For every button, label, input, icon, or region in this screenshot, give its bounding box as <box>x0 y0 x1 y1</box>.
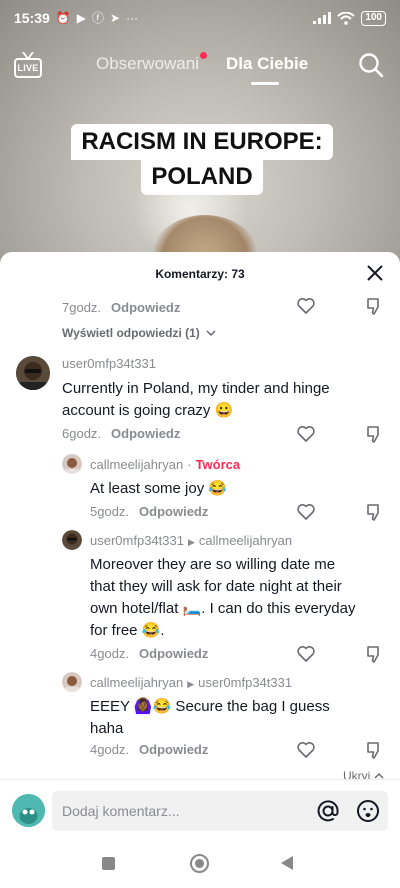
avatar[interactable] <box>62 672 82 692</box>
previous-comment-footer: 7godz. Odpowiedz <box>0 296 400 326</box>
chevron-down-icon <box>206 330 216 337</box>
avatar-image <box>62 672 82 692</box>
top-nav: LIVE Obserwowani Dla Ciebie <box>0 44 400 88</box>
reply-time: 4godz. <box>90 646 130 661</box>
facebook-icon: ⓕ <box>92 11 105 25</box>
reply-item: user0mfp34t331 ▶ callmeelijahryan Moreover… <box>0 528 400 664</box>
video-caption-overlay: RACISM IN EUROPE: POLAND <box>56 124 348 195</box>
dislike-icon[interactable] <box>364 424 384 444</box>
separator-dot: · <box>187 457 192 472</box>
reply-username-row: user0mfp34t331 ▶ callmeelijahryan <box>90 533 292 548</box>
reply-item: callmeelijahryan · Twórca At least some jo… <box>0 452 400 526</box>
search-icon[interactable] <box>358 52 384 78</box>
reply-item: callmeelijahryan ▶ user0mfp34t331 EEEY 🙆🏾‍… <box>0 670 400 766</box>
status-app-icons: ⏰ ▶ ⓕ ➤ ··· <box>56 12 138 24</box>
home-icon[interactable] <box>190 854 209 873</box>
reply-button[interactable]: Odpowiedz <box>139 742 208 757</box>
comment-time: 6godz. <box>62 426 102 441</box>
reply-username[interactable]: callmeelijahryan <box>90 457 183 472</box>
reply-arrow-icon: ▶ <box>187 537 195 547</box>
status-right: 100 <box>313 10 386 26</box>
close-icon[interactable] <box>366 264 384 282</box>
more-notifications-icon: ··· <box>126 11 139 25</box>
comments-sheet: Komentarzy: 73 7godz. Odpowiedz Wyświetl … <box>0 252 400 786</box>
creator-badge: Twórca <box>195 457 241 472</box>
reply-username[interactable]: user0mfp34t331 <box>90 533 184 548</box>
heart-icon[interactable] <box>296 502 316 522</box>
view-replies-button[interactable]: Wyświetl odpowiedzi (1) <box>62 326 216 340</box>
reply-time: 4godz. <box>90 742 130 757</box>
dislike-icon[interactable] <box>364 296 384 316</box>
comment-time: 7godz. <box>62 300 102 315</box>
system-nav-bar <box>0 841 400 888</box>
youtube-icon: ▶ <box>76 11 86 25</box>
comments-count-title: Komentarzy: 73 <box>155 267 245 281</box>
avatar-image <box>62 530 82 550</box>
view-replies-label: Wyświetl odpowiedzi (1) <box>62 326 200 340</box>
caption-line-2: POLAND <box>141 159 263 195</box>
heart-icon[interactable] <box>296 424 316 444</box>
reply-to-username[interactable]: user0mfp34t331 <box>198 675 292 690</box>
reply-username[interactable]: callmeelijahryan <box>90 675 183 690</box>
reply-username-row: callmeelijahryan ▶ user0mfp34t331 <box>90 675 292 690</box>
tab-for-you[interactable]: Dla Ciebie <box>226 54 308 74</box>
following-notification-dot <box>200 52 207 59</box>
caption-line-1: RACISM IN EUROPE: <box>71 124 333 160</box>
comment-username[interactable]: user0mfp34t331 <box>62 356 156 371</box>
heart-icon[interactable] <box>296 740 316 760</box>
battery-icon: 100 <box>361 10 386 26</box>
heart-icon[interactable] <box>296 296 316 316</box>
reply-username-row: callmeelijahryan · Twórca <box>90 457 240 472</box>
comment-text: Currently in Poland, my tinder and hinge… <box>62 380 330 419</box>
dislike-icon[interactable] <box>364 644 384 664</box>
signal-icon <box>313 12 332 24</box>
mention-icon[interactable] <box>316 799 340 823</box>
view-replies-row: Wyświetl odpowiedzi (1) <box>0 326 400 346</box>
status-time: 15:39 <box>14 10 50 26</box>
reply-time: 5godz. <box>90 504 130 519</box>
reply-button[interactable]: Odpowiedz <box>111 300 180 315</box>
avatar[interactable] <box>62 530 82 550</box>
avatar-image <box>12 794 45 827</box>
reply-to-username[interactable]: callmeelijahryan <box>199 533 292 548</box>
comment-input-bar <box>0 779 400 841</box>
back-icon[interactable] <box>281 856 293 870</box>
emoji-icon[interactable] <box>356 799 380 823</box>
reply-arrow-icon: ▶ <box>187 679 195 689</box>
tab-active-indicator <box>251 82 279 85</box>
reply-button[interactable]: Odpowiedz <box>139 504 208 519</box>
recent-apps-icon[interactable] <box>102 857 115 870</box>
comment-item: user0mfp34t331 Currently in Poland, my t… <box>0 352 400 446</box>
avatar[interactable] <box>62 454 82 474</box>
avatar[interactable] <box>12 794 45 827</box>
dislike-icon[interactable] <box>364 740 384 760</box>
alarm-off-icon: ⏰ <box>55 11 71 25</box>
reply-button[interactable]: Odpowiedz <box>111 426 180 441</box>
live-button[interactable]: LIVE <box>14 52 44 80</box>
reply-text: At least some joy 😂 <box>90 480 228 497</box>
video-background[interactable]: 15:39 ⏰ ▶ ⓕ ➤ ··· 100 LIVE Obserwowani D… <box>0 0 400 270</box>
avatar[interactable] <box>16 356 50 390</box>
dislike-icon[interactable] <box>364 502 384 522</box>
status-bar: 15:39 ⏰ ▶ ⓕ ➤ ··· 100 <box>0 0 400 36</box>
heart-icon[interactable] <box>296 644 316 664</box>
telegram-icon: ➤ <box>110 11 121 25</box>
live-label: LIVE <box>14 58 42 78</box>
wifi-icon <box>337 11 355 25</box>
reply-text: Moreover they are so willing date me tha… <box>90 556 356 639</box>
tab-following[interactable]: Obserwowani <box>96 54 199 74</box>
avatar-image <box>62 454 82 474</box>
reply-button[interactable]: Odpowiedz <box>139 646 208 661</box>
avatar-image <box>16 356 50 390</box>
reply-text: EEEY 🙆🏾‍♀️😂 Secure the bag I guess haha <box>90 698 330 737</box>
